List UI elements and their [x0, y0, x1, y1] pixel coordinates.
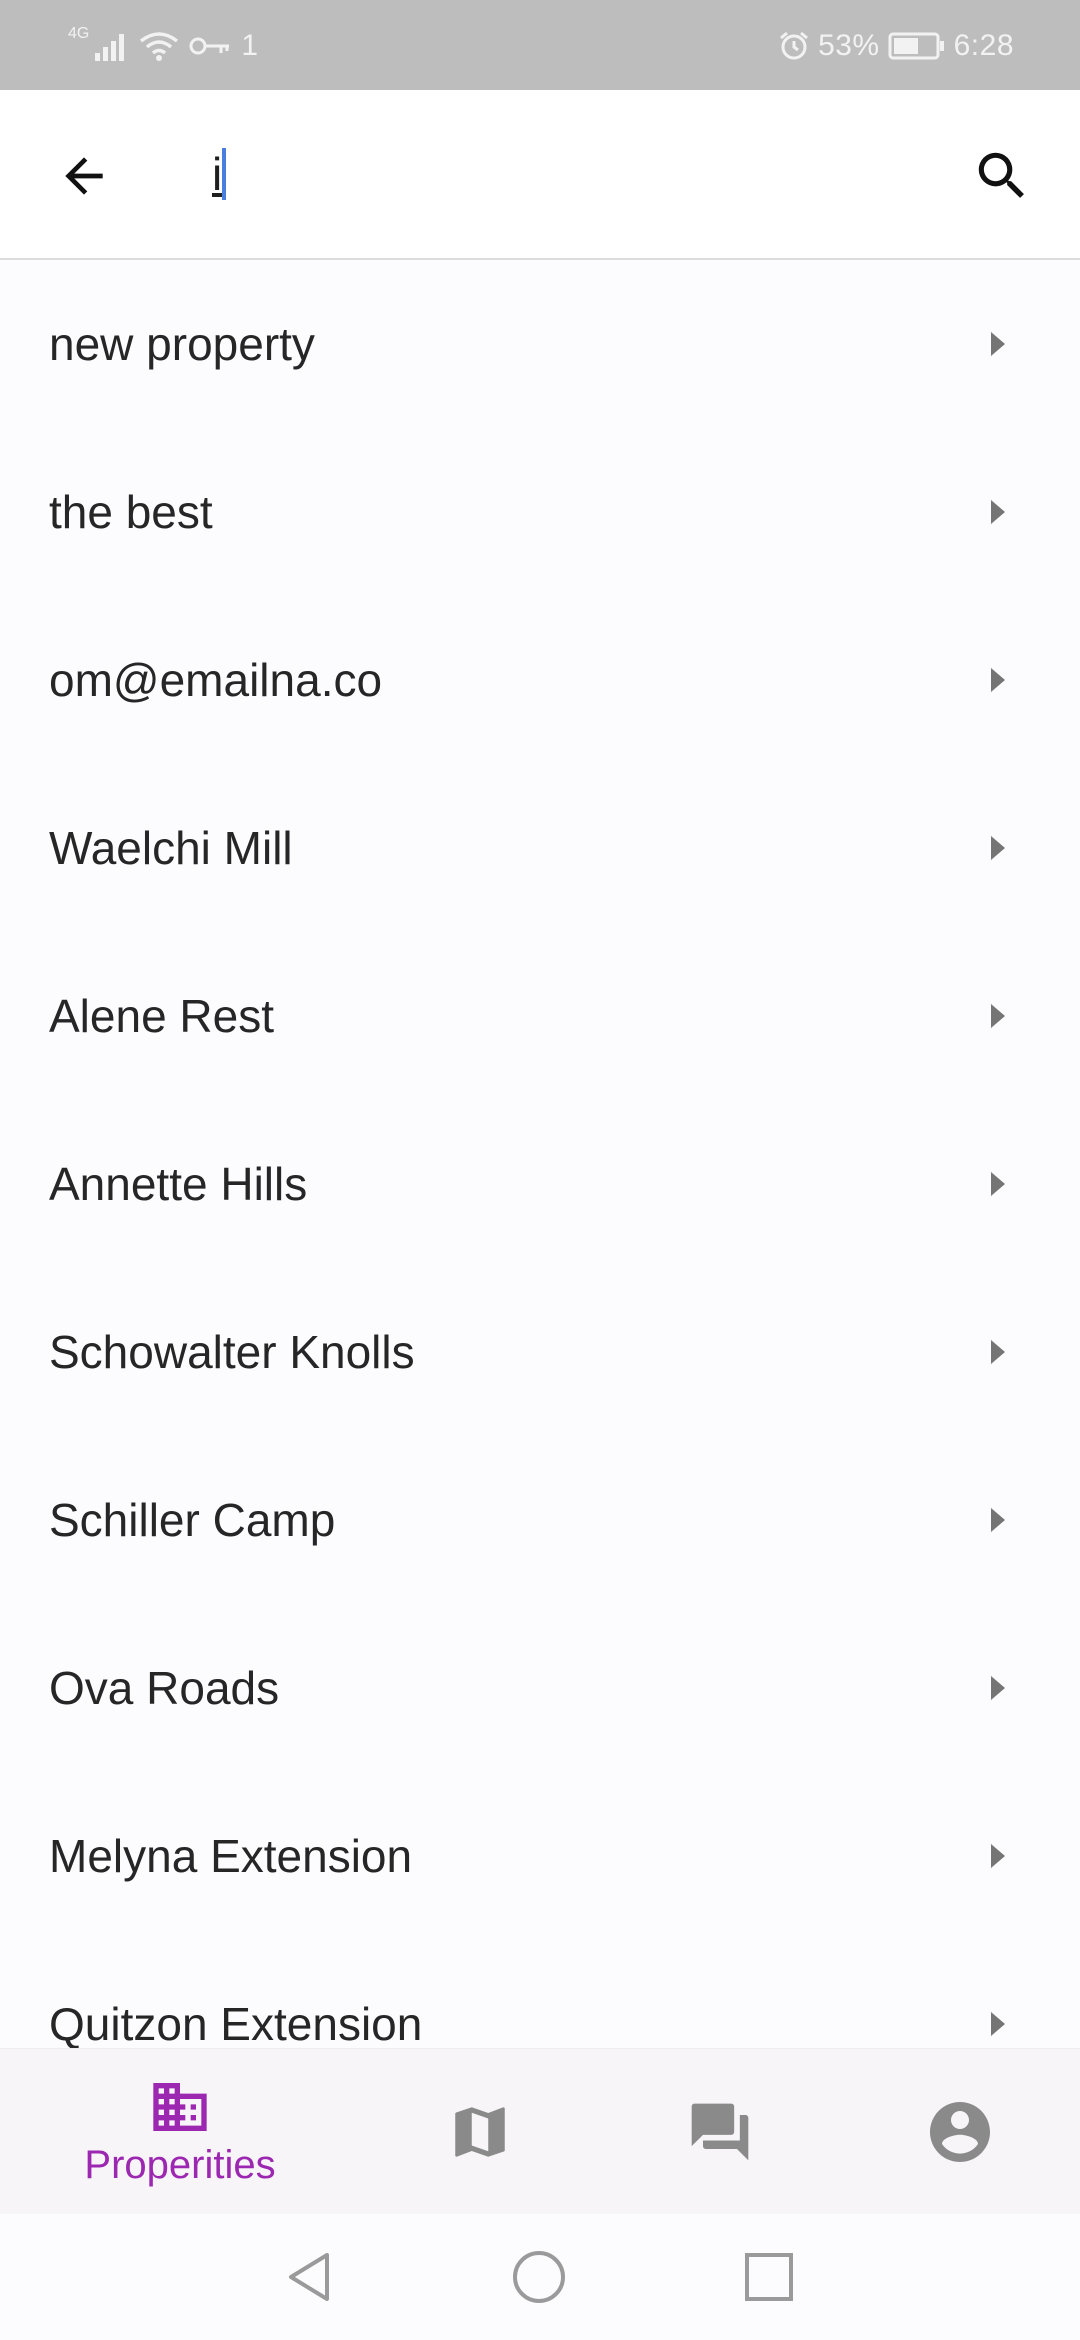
- map-icon: [455, 2107, 505, 2157]
- list-item-label: Quitzon Extension: [49, 1998, 423, 2048]
- list-item-label: Schiller Camp: [49, 1494, 336, 1546]
- list-item[interactable]: the best: [0, 428, 1080, 596]
- list-item[interactable]: Quitzon Extension: [0, 1940, 1080, 2048]
- search-field[interactable]: i: [212, 134, 912, 214]
- list-item[interactable]: new property: [0, 260, 1080, 428]
- nav-item-messages[interactable]: [640, 2049, 800, 2215]
- search-icon: [978, 152, 1024, 198]
- cell-signal-icon: [95, 34, 125, 61]
- chevron-right-icon: [991, 1844, 1005, 1868]
- triangle-back-icon: [289, 2253, 329, 2301]
- chevron-right-icon: [991, 668, 1005, 692]
- list-item[interactable]: Waelchi Mill: [0, 764, 1080, 932]
- list-item-label: Waelchi Mill: [49, 822, 293, 874]
- circle-home-icon: [513, 2251, 565, 2303]
- data-indicator: 1: [241, 29, 259, 62]
- system-recents-button[interactable]: [736, 2244, 802, 2310]
- chevron-right-icon: [991, 1172, 1005, 1196]
- system-back-button[interactable]: [276, 2244, 342, 2310]
- account-circle-icon: [930, 2102, 990, 2162]
- nav-item-map[interactable]: [400, 2049, 560, 2215]
- forum-icon: [691, 2103, 749, 2161]
- list-item-label: Ova Roads: [49, 1662, 280, 1714]
- nav-item-properities[interactable]: Properities: [60, 2049, 300, 2215]
- list-item[interactable]: Melyna Extension: [0, 1772, 1080, 1940]
- battery-percent: 53%: [818, 29, 880, 62]
- battery-icon: [888, 32, 944, 60]
- arrow-back-icon: [65, 157, 103, 195]
- network-type-label: 4G: [68, 25, 90, 42]
- list-item[interactable]: Annette Hills: [0, 1100, 1080, 1268]
- square-recents-icon: [745, 2253, 793, 2301]
- system-navigation-bar: [0, 2214, 1080, 2340]
- nav-item-account[interactable]: [880, 2049, 1040, 2215]
- back-button[interactable]: [48, 140, 120, 212]
- chevron-right-icon: [991, 1508, 1005, 1532]
- status-bar: 4G 1 53% 6:28: [0, 0, 1080, 90]
- chevron-right-icon: [991, 836, 1005, 860]
- status-right-group: 53% 6:28: [778, 24, 1014, 68]
- list-item-label: new property: [49, 318, 315, 370]
- search-button[interactable]: [964, 138, 1040, 214]
- chevron-right-icon: [991, 2012, 1005, 2036]
- search-header: i: [0, 90, 1080, 260]
- list-item-label: Schowalter Knolls: [49, 1326, 415, 1378]
- status-left-group: 4G 1: [68, 24, 259, 68]
- bottom-navigation: Properities: [0, 2048, 1080, 2215]
- list-item-label: the best: [49, 486, 213, 538]
- list-item-label: Alene Rest: [49, 990, 275, 1042]
- system-home-button[interactable]: [506, 2244, 572, 2310]
- chevron-right-icon: [991, 332, 1005, 356]
- vpn-key-icon: [189, 37, 230, 55]
- list-item-label: om@emailna.co: [49, 654, 383, 706]
- search-results-list: new property the best om@emailna.co Waelchi…: [0, 260, 1080, 2048]
- alarm-icon: [780, 31, 809, 60]
- chevron-right-icon: [991, 1004, 1005, 1028]
- list-item[interactable]: Ova Roads: [0, 1604, 1080, 1772]
- clock: 6:28: [953, 29, 1014, 62]
- list-item-label: Melyna Extension: [49, 1830, 413, 1882]
- text-caret: [222, 148, 227, 200]
- list-item[interactable]: Alene Rest: [0, 932, 1080, 1100]
- list-item-label: Annette Hills: [49, 1158, 308, 1210]
- chevron-right-icon: [991, 1676, 1005, 1700]
- list-item[interactable]: om@emailna.co: [0, 596, 1080, 764]
- chevron-right-icon: [991, 1340, 1005, 1364]
- list-item[interactable]: Schowalter Knolls: [0, 1268, 1080, 1436]
- chevron-right-icon: [991, 500, 1005, 524]
- building-icon: [153, 2082, 207, 2131]
- search-input[interactable]: i: [212, 147, 222, 201]
- nav-label-properities: Properities: [84, 2142, 276, 2187]
- wifi-icon: [140, 32, 179, 61]
- list-item[interactable]: Schiller Camp: [0, 1436, 1080, 1604]
